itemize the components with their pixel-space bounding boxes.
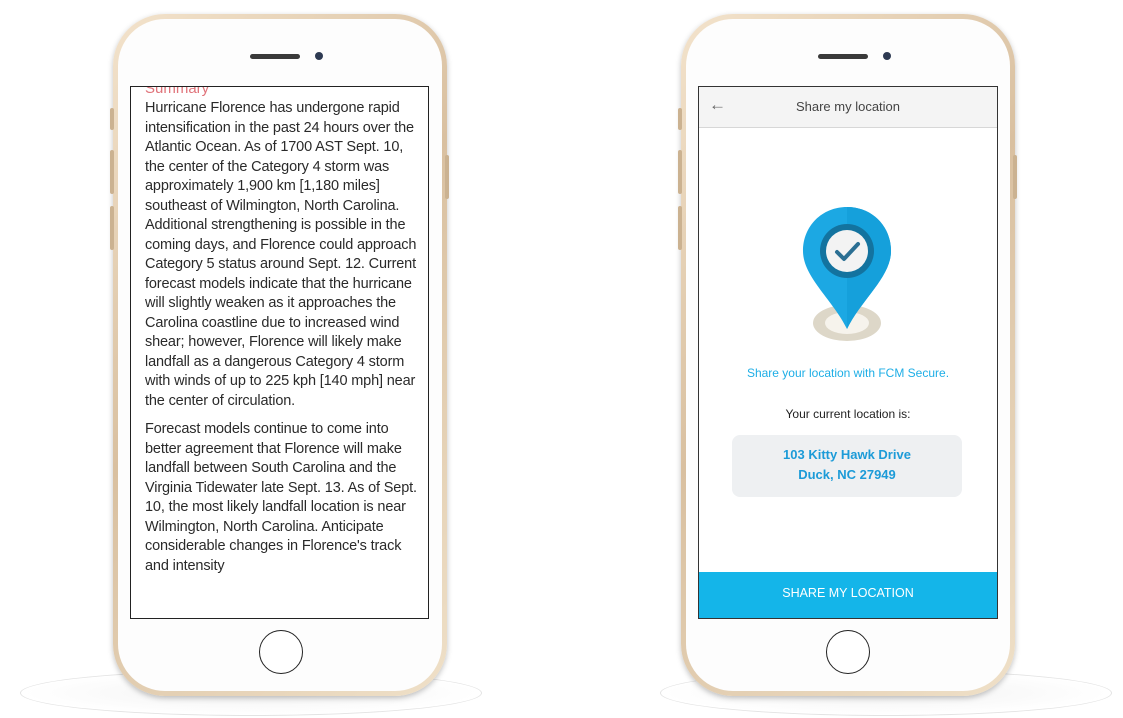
front-camera (315, 52, 323, 60)
header-title: Share my location (795, 99, 901, 114)
speaker-grille (250, 54, 300, 59)
home-button[interactable] (826, 630, 870, 674)
summary-heading: Summary (145, 86, 210, 97)
power-button (445, 155, 449, 199)
current-location-label: Your current location is: (785, 407, 911, 421)
share-location-button[interactable]: SHARE MY LOCATION (699, 572, 997, 618)
article-paragraph: Forecast models continue to come into be… (145, 421, 417, 574)
share-prompt: Share your location with FCM Secure. (746, 366, 950, 380)
volume-button (678, 206, 682, 250)
volume-button (678, 150, 682, 194)
article-paragraph: Hurricane Florence has undergone rapid i… (145, 100, 417, 409)
volume-button (110, 206, 114, 250)
home-button[interactable] (259, 630, 303, 674)
volume-button (110, 108, 114, 130)
article-body: Summary Hurricane Florence has undergone… (145, 86, 417, 585)
address-line-2: Duck, NC 27949 (798, 467, 896, 482)
address-card: 103 Kitty Hawk Drive Duck, NC 27949 (732, 435, 962, 497)
power-button (1013, 155, 1017, 199)
speaker-grille (818, 54, 868, 59)
front-camera (883, 52, 891, 60)
volume-button (110, 150, 114, 194)
app-header: ← Share my location (699, 87, 997, 128)
location-pin-check-icon (803, 207, 891, 341)
address-line-1: 103 Kitty Hawk Drive (783, 447, 911, 462)
volume-button (678, 108, 682, 130)
article-screen[interactable]: Summary Hurricane Florence has undergone… (130, 86, 429, 619)
share-location-screen: ← Share my location Share your location … (698, 86, 998, 619)
